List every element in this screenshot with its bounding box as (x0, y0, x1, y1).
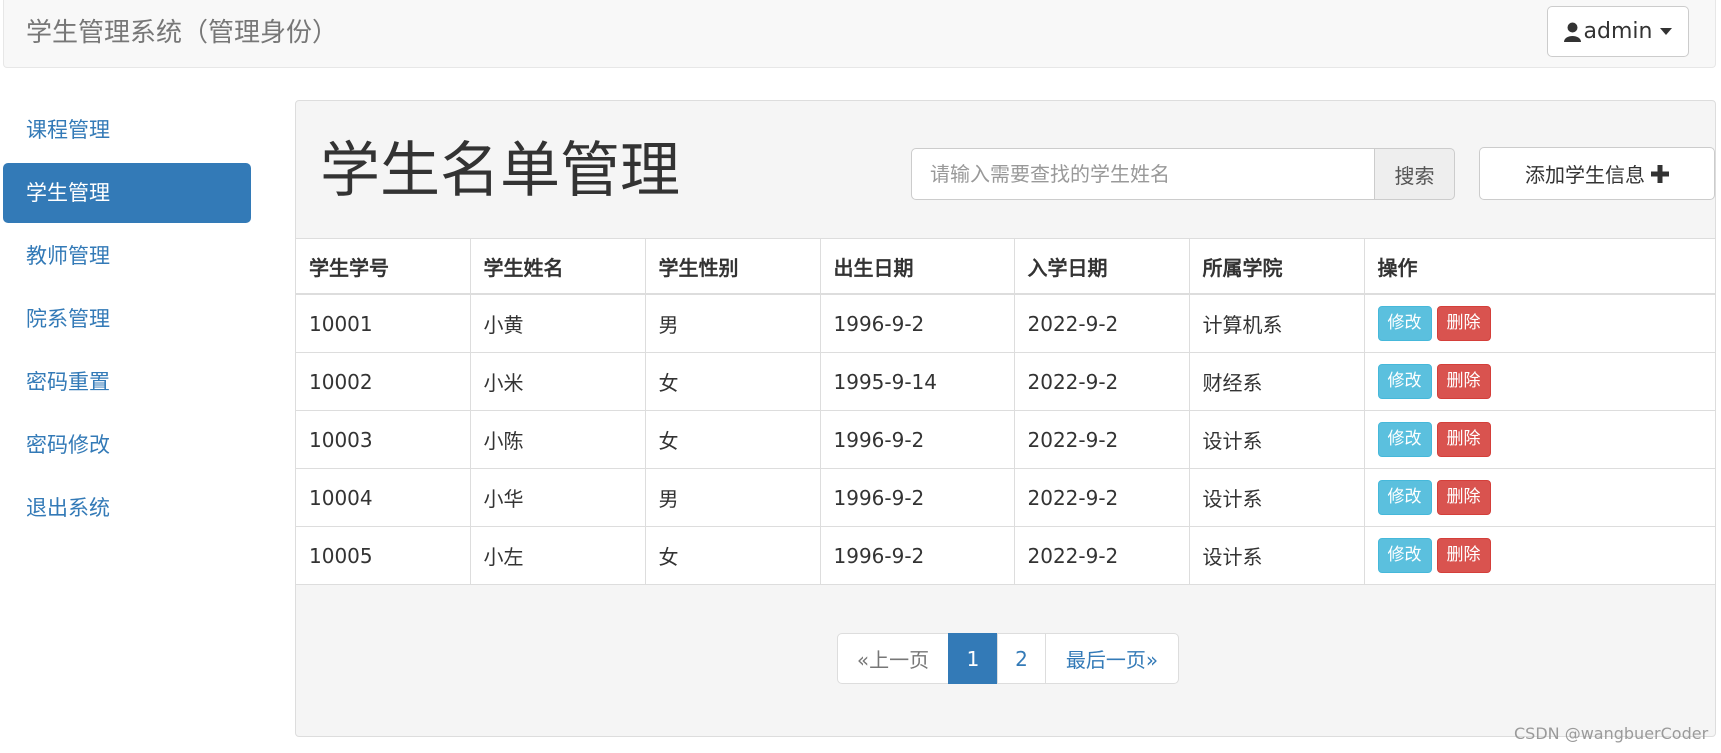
cell-name: 小左 (469, 526, 646, 585)
cell-id: 10001 (296, 293, 471, 353)
table-row: 10003 小陈女 1996-9-2 2022-9-2 设计系 修改 删除 (296, 410, 1715, 469)
top-navbar: 学生管理系统（管理身份） admin (3, 0, 1716, 68)
cell-actions: 修改 删除 (1363, 352, 1715, 411)
column-header: 操作 (1363, 238, 1715, 295)
sidebar: 课程管理 学生管理 教师管理 院系管理 密码重置 密码修改 退出系统 (3, 100, 251, 541)
cell-college: 设计系 (1188, 468, 1365, 527)
pagination: «上一页 1 2 最后一页» (837, 633, 1179, 684)
caret-down-icon (1660, 28, 1673, 35)
plus-icon (1651, 164, 1669, 183)
search-input[interactable] (911, 148, 1375, 200)
cell-college: 计算机系 (1188, 293, 1365, 353)
prev-page-button[interactable]: «上一页 (837, 633, 949, 684)
cell-gender: 女 (644, 526, 821, 585)
delete-button[interactable]: 删除 (1436, 480, 1491, 515)
cell-birth: 1996-9-2 (819, 410, 1015, 469)
watermark: CSDN @wangbuerCoder (1514, 724, 1709, 743)
sidebar-item[interactable]: 学生管理 (3, 163, 251, 223)
search-group: 搜索 (911, 148, 1455, 200)
edit-button[interactable]: 修改 (1377, 538, 1432, 573)
column-header: 出生日期 (819, 238, 1015, 295)
cell-college: 设计系 (1188, 410, 1365, 469)
students-table: 学生学号 学生姓名 学生性别 出生日期 入学日期 所属学院 操作 10001 小黄男 1996-… (296, 238, 1715, 585)
add-student-button[interactable]: 添加学生信息 (1479, 147, 1715, 200)
cell-name: 小黄 (469, 293, 646, 353)
cell-gender: 男 (644, 293, 821, 353)
column-header: 学生学号 (296, 238, 471, 295)
cell-actions: 修改 删除 (1363, 526, 1715, 585)
delete-button[interactable]: 删除 (1436, 306, 1491, 341)
sidebar-item[interactable]: 教师管理 (3, 226, 251, 286)
column-header: 入学日期 (1013, 238, 1190, 295)
table-row: 10004 小华男 1996-9-2 2022-9-2 设计系 修改 删除 (296, 468, 1715, 527)
cell-id: 10003 (296, 410, 471, 469)
cell-enroll: 2022-9-2 (1013, 293, 1190, 353)
table-row: 10005 小左女 1996-9-2 2022-9-2 设计系 修改 删除 (296, 526, 1715, 585)
add-student-label: 添加学生信息 (1525, 163, 1645, 187)
table-body: 10001 小黄男 1996-9-2 2022-9-2 计算机系 修改 删除 10002 小米女… (296, 293, 1715, 585)
cell-id: 10005 (296, 526, 471, 585)
cell-name: 小米 (469, 352, 646, 411)
cell-enroll: 2022-9-2 (1013, 468, 1190, 527)
cell-college: 财经系 (1188, 352, 1365, 411)
edit-button[interactable]: 修改 (1377, 364, 1432, 399)
main-panel: 学生名单管理 搜索 添加学生信息 学生学号学生姓名学生性别出生日期入学日期所属学… (295, 100, 1716, 737)
cell-actions: 修改 删除 (1363, 410, 1715, 469)
cell-name: 小陈 (469, 410, 646, 469)
user-menu-label: admin (1583, 19, 1653, 44)
column-header: 所属学院 (1188, 238, 1365, 295)
table-row: 10001 小黄男 1996-9-2 2022-9-2 计算机系 修改 删除 (296, 293, 1715, 353)
page-title: 学生名单管理 (320, 136, 680, 206)
sidebar-item[interactable]: 密码重置 (3, 352, 251, 412)
cell-gender: 女 (644, 352, 821, 411)
page-1-button[interactable]: 1 (948, 633, 998, 684)
table-row: 10002 小米女 1995-9-14 2022-9-2 财经系 修改 删除 (296, 352, 1715, 411)
cell-birth: 1996-9-2 (819, 526, 1015, 585)
app-brand[interactable]: 学生管理系统（管理身份） (26, 12, 338, 49)
cell-name: 小华 (469, 468, 646, 527)
search-button[interactable]: 搜索 (1375, 148, 1455, 200)
cell-enroll: 2022-9-2 (1013, 526, 1190, 585)
cell-id: 10002 (296, 352, 471, 411)
page-2-button[interactable]: 2 (997, 633, 1046, 684)
edit-button[interactable]: 修改 (1377, 480, 1432, 515)
last-page-button[interactable]: 最后一页» (1045, 633, 1179, 684)
user-icon (1563, 22, 1581, 42)
cell-enroll: 2022-9-2 (1013, 352, 1190, 411)
delete-button[interactable]: 删除 (1436, 422, 1491, 457)
sidebar-item[interactable]: 密码修改 (3, 415, 251, 475)
cell-id: 10004 (296, 468, 471, 527)
edit-button[interactable]: 修改 (1377, 422, 1432, 457)
sidebar-item[interactable]: 退出系统 (3, 478, 251, 538)
sidebar-item[interactable]: 课程管理 (3, 100, 251, 160)
cell-gender: 女 (644, 410, 821, 469)
edit-button[interactable]: 修改 (1377, 306, 1432, 341)
cell-birth: 1996-9-2 (819, 293, 1015, 353)
delete-button[interactable]: 删除 (1436, 538, 1491, 573)
cell-actions: 修改 删除 (1363, 468, 1715, 527)
sidebar-item[interactable]: 院系管理 (3, 289, 251, 349)
cell-birth: 1996-9-2 (819, 468, 1015, 527)
column-header: 学生姓名 (469, 238, 646, 295)
delete-button[interactable]: 删除 (1436, 364, 1491, 399)
column-header: 学生性别 (644, 238, 821, 295)
cell-gender: 男 (644, 468, 821, 527)
cell-birth: 1995-9-14 (819, 352, 1015, 411)
cell-enroll: 2022-9-2 (1013, 410, 1190, 469)
user-menu-button[interactable]: admin (1547, 6, 1689, 57)
table-header-row: 学生学号 学生姓名 学生性别 出生日期 入学日期 所属学院 操作 (296, 238, 1715, 295)
cell-college: 设计系 (1188, 526, 1365, 585)
cell-actions: 修改 删除 (1363, 293, 1715, 353)
